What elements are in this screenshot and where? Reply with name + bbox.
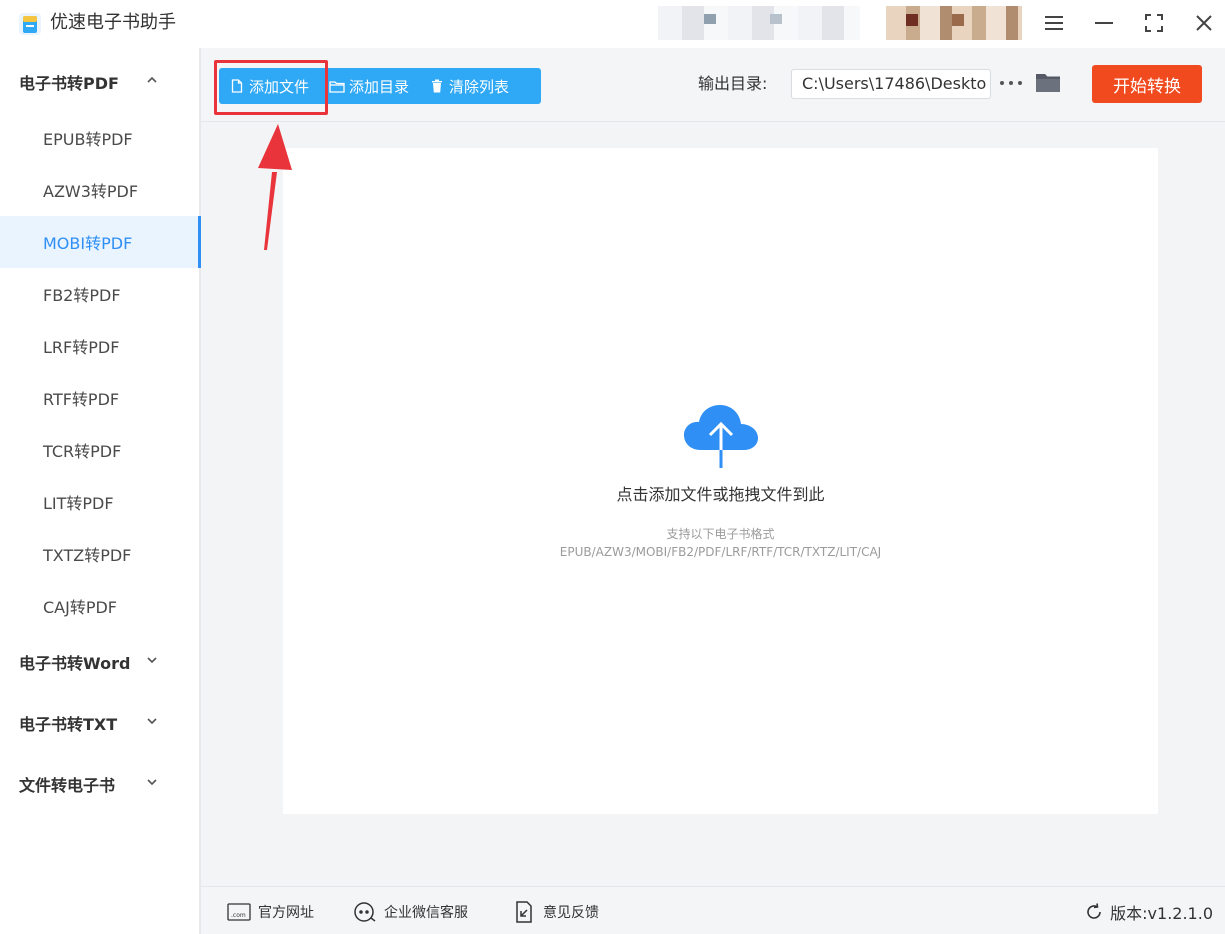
sidebar-item-label: LRF转PDF (43, 338, 120, 357)
highlight-annotation (214, 60, 328, 115)
close-icon[interactable] (1188, 8, 1220, 38)
chevron-down-icon (147, 657, 157, 664)
sidebar-group-ebook-to-pdf[interactable]: 电子书转PDF (0, 52, 199, 112)
wechat-icon (353, 901, 377, 923)
chevron-up-icon (147, 76, 157, 83)
footer: .com 官方网址 企业微信客服 意见反馈 版本:v1.2.1.0 (201, 886, 1225, 934)
sidebar-item-label: EPUB转PDF (43, 130, 133, 149)
sidebar-item-label: TCR转PDF (43, 442, 122, 461)
app-logo-icon (19, 13, 41, 35)
feedback-label: 意见反馈 (543, 905, 599, 921)
sidebar-item-lit-to-pdf[interactable]: LIT转PDF (0, 476, 199, 528)
cloud-upload-icon (684, 405, 758, 468)
sidebar-item-caj-to-pdf[interactable]: CAJ转PDF (0, 580, 199, 632)
sidebar: 电子书转PDF EPUB转PDF AZW3转PDF MOBI转PDF FB2转P… (0, 48, 201, 934)
sidebar-group-ebook-to-txt[interactable]: 电子书转TXT (0, 693, 199, 753)
supported-formats-title: 支持以下电子书格式 (666, 527, 775, 541)
chevron-down-icon (147, 779, 157, 786)
sidebar-group-ebook-to-word[interactable]: 电子书转Word (0, 632, 199, 692)
sidebar-group-label: 电子书转PDF (19, 74, 119, 93)
feedback-link[interactable]: 意见反馈 (512, 901, 599, 923)
sidebar-item-label: CAJ转PDF (43, 598, 118, 617)
output-dir-field[interactable]: C:\Users\17486\Deskto (791, 69, 991, 99)
feedback-icon (512, 901, 536, 923)
more-options-icon[interactable] (1000, 76, 1022, 90)
wechat-service-label: 企业微信客服 (384, 905, 468, 921)
folder-open-icon[interactable] (1035, 71, 1061, 93)
sidebar-item-label: AZW3转PDF (43, 182, 139, 201)
sidebar-item-lrf-to-pdf[interactable]: LRF转PDF (0, 320, 199, 372)
folder-outline-icon (329, 78, 345, 94)
add-folder-button[interactable]: 添加目录 (319, 68, 419, 104)
sidebar-item-mobi-to-pdf[interactable]: MOBI转PDF (0, 216, 201, 268)
refresh-icon[interactable] (1084, 902, 1104, 922)
wechat-service-link[interactable]: 企业微信客服 (353, 901, 468, 923)
sidebar-item-txtz-to-pdf[interactable]: TXTZ转PDF (0, 528, 199, 580)
file-drop-zone[interactable]: 点击添加文件或拖拽文件到此 支持以下电子书格式 EPUB/AZW3/MOBI/F… (283, 148, 1158, 814)
sidebar-item-label: MOBI转PDF (43, 234, 133, 253)
minimize-icon[interactable] (1088, 8, 1120, 38)
maximize-icon[interactable] (1138, 8, 1170, 38)
menu-icon[interactable] (1038, 8, 1070, 38)
chevron-down-icon (147, 718, 157, 725)
svg-text:.com: .com (231, 912, 246, 919)
clear-list-button[interactable]: 清除列表 (419, 68, 519, 104)
blurred-region (658, 6, 860, 40)
trash-icon (429, 78, 445, 94)
sidebar-group-label: 电子书转TXT (19, 715, 118, 734)
version-info: 版本:v1.2.1.0 (1084, 901, 1213, 923)
sidebar-item-label: RTF转PDF (43, 390, 120, 409)
start-convert-button[interactable]: 开始转换 (1092, 65, 1202, 103)
clear-list-label: 清除列表 (449, 77, 510, 96)
sidebar-group-label: 文件转电子书 (19, 776, 116, 795)
add-folder-label: 添加目录 (349, 77, 410, 96)
sidebar-item-fb2-to-pdf[interactable]: FB2转PDF (0, 268, 199, 320)
sidebar-item-rtf-to-pdf[interactable]: RTF转PDF (0, 372, 199, 424)
toolbar: 添加文件 添加目录 清除列表 输出目录: C:\Users\17486\Desk… (201, 48, 1225, 122)
sidebar-group-file-to-ebook[interactable]: 文件转电子书 (0, 754, 199, 814)
sidebar-item-azw3-to-pdf[interactable]: AZW3转PDF (0, 164, 199, 216)
official-website-label: 官方网址 (258, 905, 314, 921)
sidebar-item-epub-to-pdf[interactable]: EPUB转PDF (0, 112, 199, 164)
app-title: 优速电子书助手 (50, 12, 176, 33)
title-bar: 优速电子书助手 (0, 0, 1225, 48)
sidebar-group-label: 电子书转Word (19, 654, 131, 673)
sidebar-item-tcr-to-pdf[interactable]: TCR转PDF (0, 424, 199, 476)
drop-instruction: 点击添加文件或拖拽文件到此 (616, 485, 825, 504)
sidebar-item-label: FB2转PDF (43, 286, 121, 305)
website-icon: .com (227, 901, 251, 923)
version-label: 版本:v1.2.1.0 (1110, 904, 1213, 923)
sidebar-item-label: LIT转PDF (43, 494, 114, 513)
official-website-link[interactable]: .com 官方网址 (227, 901, 314, 923)
supported-formats-list: EPUB/AZW3/MOBI/FB2/PDF/LRF/RTF/TCR/TXTZ/… (559, 545, 882, 559)
output-dir-label: 输出目录: (698, 74, 768, 93)
blurred-avatar-region (886, 6, 1022, 40)
arrow-annotation-icon (258, 124, 292, 250)
sidebar-item-label: TXTZ转PDF (43, 546, 132, 565)
